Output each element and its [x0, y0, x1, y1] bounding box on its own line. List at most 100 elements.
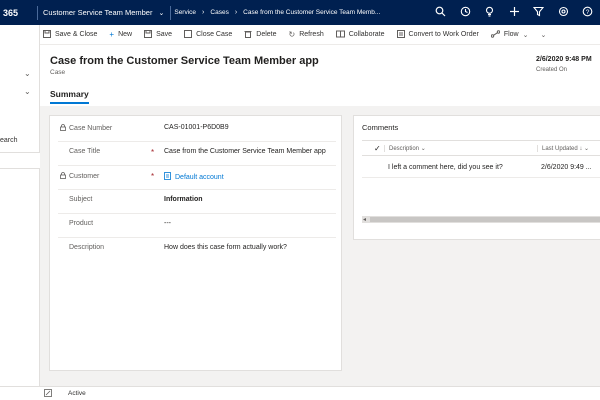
search-link[interactable]: earch — [0, 137, 18, 144]
convert-to-work-order-label: Convert to Work Order — [408, 31, 479, 38]
flow-label: Flow — [503, 31, 519, 38]
chevron-down-icon: ⌄ — [584, 146, 590, 152]
field-description: Description How does this case form actu… — [58, 238, 336, 262]
field-label: Product — [69, 220, 94, 227]
work-order-icon — [396, 29, 405, 40]
brand-label[interactable]: 365 — [0, 8, 37, 18]
summary-form-section: Case Number CAS-01001-P6D0B9 Case Title … — [49, 115, 342, 371]
breadcrumb-service[interactable]: Service — [174, 9, 196, 16]
open-in-new-window-icon[interactable] — [44, 389, 52, 399]
collaborate-icon — [335, 30, 345, 40]
app-name[interactable]: Customer Service Team Member — [43, 8, 152, 17]
comments-subgrid: Comments ✓ Description ⌄ Last Updated ↓ … — [353, 115, 600, 240]
page-title: Case from the Customer Service Team Memb… — [50, 55, 319, 67]
sidebar-item-selected[interactable] — [0, 152, 40, 169]
case-number-value[interactable]: CAS-01001-P6D0B9 — [164, 124, 229, 131]
command-bar: Save & Close + New Save Close Case Delet… — [40, 25, 600, 45]
convert-to-work-order-button[interactable]: Convert to Work Order — [396, 29, 479, 40]
field-label: Customer — [60, 172, 99, 181]
refresh-button[interactable]: ↻ Refresh — [289, 30, 324, 39]
description-value[interactable]: How does this case form actually work? — [164, 244, 287, 251]
field-label: Description — [69, 244, 105, 251]
required-indicator: * — [151, 172, 155, 181]
lightbulb-icon[interactable] — [478, 6, 503, 20]
save-close-label: Save & Close — [55, 31, 98, 38]
search-icon[interactable] — [429, 6, 454, 20]
field-label: Case Number — [60, 124, 112, 133]
save-icon — [144, 29, 153, 40]
field-case-number: Case Number CAS-01001-P6D0B9 — [58, 118, 336, 142]
delete-button[interactable]: Delete — [244, 30, 277, 40]
save-button[interactable]: Save — [144, 29, 173, 40]
lock-icon — [60, 172, 67, 181]
flow-button[interactable]: Flow ⌄ — [490, 29, 529, 40]
new-button[interactable]: + New — [109, 30, 132, 39]
scroll-left-icon[interactable]: ◂ — [363, 216, 366, 223]
sort-descending-icon: ↓ — [579, 146, 583, 152]
comment-description: I left a comment here, did you see it? — [388, 164, 503, 171]
chevron-right-icon: › — [202, 9, 205, 16]
settings-icon[interactable] — [551, 6, 576, 20]
field-label: Case Title — [69, 148, 101, 155]
chevron-down-icon[interactable]: ⌄ — [158, 9, 164, 17]
field-customer: Customer * Default account — [58, 166, 336, 190]
table-row[interactable]: I left a comment here, did you see it? 2… — [362, 158, 600, 178]
created-on-value: 2/6/2020 9:48 PM — [536, 56, 592, 63]
customer-lookup-value[interactable]: Default account — [164, 172, 224, 182]
close-case-button[interactable]: Close Case — [184, 29, 233, 40]
refresh-icon: ↻ — [288, 30, 296, 39]
filter-icon[interactable] — [527, 6, 552, 20]
save-close-button[interactable]: Save & Close — [43, 29, 98, 40]
plus-icon: + — [109, 30, 115, 39]
save-close-icon — [43, 29, 51, 40]
close-case-label: Close Case — [196, 31, 233, 38]
collaborate-button[interactable]: Collaborate — [335, 30, 385, 40]
top-icons: ? — [429, 0, 600, 25]
entity-name: Case — [50, 69, 66, 76]
breadcrumb-cases[interactable]: Cases — [210, 9, 228, 16]
save-label: Save — [156, 31, 173, 38]
divider — [37, 5, 38, 20]
required-indicator: * — [151, 148, 155, 157]
account-icon — [164, 172, 171, 182]
lock-icon — [60, 124, 67, 133]
plus-icon[interactable] — [502, 6, 527, 20]
status-bar: Active — [0, 386, 600, 400]
field-label: Subject — [69, 196, 93, 203]
column-header-description[interactable]: Description ⌄ — [384, 145, 426, 152]
close-case-icon — [184, 29, 193, 40]
record-status: Active — [68, 390, 86, 397]
divider — [170, 5, 172, 20]
tab-summary[interactable]: Summary — [50, 89, 89, 104]
field-subject: Subject Information — [58, 190, 336, 214]
trash-icon — [244, 30, 252, 40]
field-product: Product --- — [58, 214, 336, 238]
chevron-right-icon: › — [234, 9, 238, 16]
recent-icon[interactable] — [453, 6, 478, 20]
scrollbar-thumb[interactable] — [370, 217, 600, 222]
subject-value[interactable]: Information — [164, 196, 203, 203]
collaborate-label: Collaborate — [348, 31, 385, 38]
case-title-value[interactable]: Case from the Customer Service Team Memb… — [164, 148, 326, 155]
product-value[interactable]: --- — [164, 220, 171, 227]
delete-label: Delete — [256, 31, 277, 38]
top-navigation-bar: 365 Customer Service Team Member ⌄ Servi… — [0, 0, 600, 25]
flow-icon — [490, 29, 501, 40]
column-header-last-updated[interactable]: Last Updated ↓ ⌄ — [537, 145, 589, 152]
refresh-label: Refresh — [299, 31, 324, 38]
breadcrumb-current-record: Case from the Customer Service Team Memb… — [243, 9, 381, 16]
svg-text:?: ? — [586, 9, 590, 16]
select-all-checkmark-icon[interactable]: ✓ — [374, 144, 381, 153]
horizontal-scrollbar[interactable]: ◂ — [362, 216, 600, 223]
chevron-down-icon[interactable]: ⌄ — [523, 31, 529, 39]
chevron-down-icon[interactable]: ⌄ — [24, 69, 31, 78]
more-commands-chevron-icon[interactable]: ⌄ — [540, 31, 546, 39]
new-label: New — [118, 31, 133, 38]
comments-header-row: ✓ Description ⌄ Last Updated ↓ ⌄ — [362, 140, 600, 156]
chevron-down-icon[interactable]: ⌄ — [24, 87, 31, 96]
chevron-down-icon: ⌄ — [420, 146, 426, 152]
created-on-label: Created On — [536, 67, 568, 73]
left-navigation: ⌄ ⌄ earch — [0, 25, 40, 386]
field-case-title: Case Title * Case from the Customer Serv… — [58, 142, 336, 166]
help-icon[interactable]: ? — [576, 6, 600, 20]
